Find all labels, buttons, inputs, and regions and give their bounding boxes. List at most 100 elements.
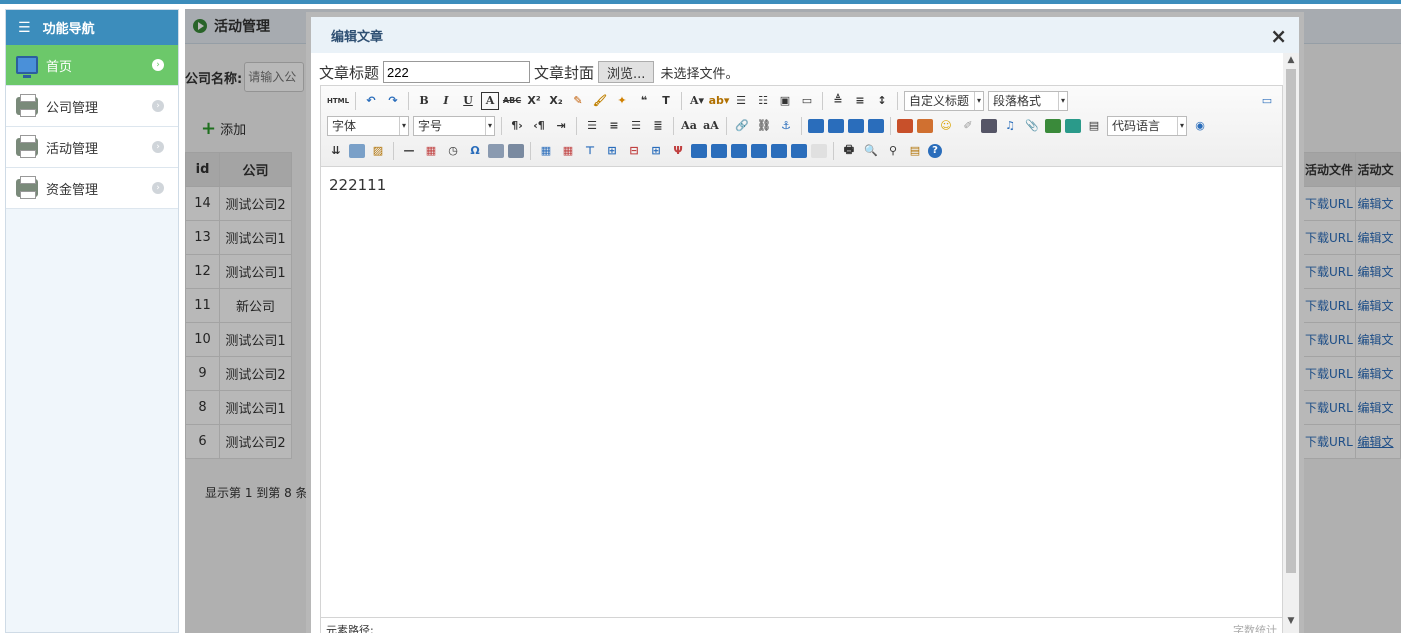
music-icon[interactable]: ♫ — [1001, 117, 1019, 135]
insert-video-icon[interactable] — [981, 118, 997, 133]
line-height-icon[interactable]: ↕ — [873, 92, 891, 110]
link-icon[interactable]: 🔗 — [733, 117, 751, 135]
split-to-cells-icon[interactable] — [751, 143, 767, 158]
background-icon[interactable]: ▨ — [369, 142, 387, 160]
print-icon[interactable]: 🖶 — [840, 142, 858, 160]
redo-icon[interactable]: ↷ — [384, 92, 402, 110]
page-break-icon[interactable]: ⇊ — [327, 142, 345, 160]
align-right-icon[interactable]: ☰ — [627, 117, 645, 135]
delete-row-icon[interactable]: ⊟ — [625, 142, 643, 160]
delete-col-icon[interactable]: Ψ — [669, 142, 687, 160]
paragraph-format-select[interactable]: 段落格式 ▾ — [988, 90, 1068, 111]
scroll-up-icon[interactable]: ▲ — [1283, 55, 1299, 69]
gmap-icon[interactable] — [1065, 118, 1081, 133]
subscript-icon[interactable]: X₂ — [547, 92, 565, 110]
dialog-scrollbar[interactable]: ▲ ▼ — [1283, 53, 1299, 633]
time-icon[interactable]: ◷ — [444, 142, 462, 160]
emotion-icon[interactable]: ☺ — [937, 117, 955, 135]
unlink-icon[interactable]: ⛓ — [755, 117, 773, 135]
fullscreen-icon[interactable]: ▭ — [1258, 92, 1276, 110]
lowercase-icon[interactable]: aA — [702, 117, 720, 135]
rtl-icon[interactable]: ‹¶ — [530, 117, 548, 135]
custom-heading-select[interactable]: 自定义标题 ▾ — [904, 90, 984, 111]
image-float-none-icon[interactable] — [808, 118, 824, 133]
format-painter-icon[interactable]: 🖌 — [591, 92, 609, 110]
special-char-icon[interactable]: Ω — [466, 142, 484, 160]
html-source-icon[interactable]: HTML — [327, 92, 349, 110]
unordered-list-icon[interactable]: ☷ — [754, 92, 772, 110]
align-justify-icon[interactable]: ≣ — [649, 117, 667, 135]
browse-file-button[interactable]: 浏览... — [598, 61, 655, 83]
eraser-icon[interactable]: ✎ — [569, 92, 587, 110]
merge-right-icon[interactable] — [711, 143, 727, 158]
font-family-select[interactable]: 字体 ▾ — [327, 115, 409, 136]
article-title-input[interactable] — [383, 61, 531, 83]
select-all-icon[interactable]: ▣ — [776, 92, 794, 110]
scroll-thumb[interactable] — [1286, 69, 1296, 573]
image-center-icon[interactable] — [868, 118, 884, 133]
scroll-down-icon[interactable]: ▼ — [1283, 616, 1299, 630]
delete-table-icon[interactable]: ▦ — [559, 142, 577, 160]
list-icon: ☰ — [18, 19, 31, 36]
insert-table-icon[interactable]: ▦ — [537, 142, 555, 160]
font-size-select[interactable]: 字号 ▾ — [413, 115, 495, 136]
attachment-icon[interactable]: 📎 — [1023, 117, 1041, 135]
date-icon[interactable]: ▦ — [422, 142, 440, 160]
wordimage-icon[interactable] — [488, 143, 504, 158]
insert-paragraph-before-table-icon[interactable]: ⊤ — [581, 142, 599, 160]
align-center-icon[interactable]: ≡ — [605, 117, 623, 135]
highlight-color-icon[interactable]: ab▾ — [709, 92, 730, 110]
auto-format-icon[interactable]: ✦ — [613, 92, 631, 110]
italic-icon[interactable]: I — [437, 92, 455, 110]
merge-cells-icon[interactable] — [691, 143, 707, 158]
sidebar-item-company[interactable]: 公司管理 › — [6, 86, 178, 127]
split-to-rows-icon[interactable] — [771, 143, 787, 158]
split-to-cols-icon[interactable] — [791, 143, 807, 158]
snapscreen-icon[interactable] — [508, 143, 524, 158]
close-icon[interactable]: × — [1270, 26, 1287, 46]
ordered-list-icon[interactable]: ☰ — [732, 92, 750, 110]
search-replace-icon[interactable]: ⚲ — [884, 142, 902, 160]
font-border-icon[interactable]: A — [481, 91, 499, 110]
image-float-left-icon[interactable] — [828, 118, 844, 133]
blockquote-icon[interactable]: ❝ — [635, 92, 653, 110]
sidebar-item-home[interactable]: 首页 › — [6, 45, 178, 86]
undo-icon[interactable]: ↶ — [362, 92, 380, 110]
bold-icon[interactable]: B — [415, 92, 433, 110]
map-icon[interactable] — [1045, 118, 1061, 133]
sidebar-item-label: 活动管理 — [46, 141, 99, 157]
preview-icon[interactable]: 🔍 — [862, 142, 880, 160]
underline-icon[interactable]: U — [459, 92, 477, 110]
drafts-icon[interactable]: ▤ — [906, 142, 924, 160]
strikethrough-icon[interactable]: ABC — [503, 92, 521, 110]
help-icon[interactable]: ? — [928, 143, 942, 158]
charts-icon[interactable] — [811, 143, 827, 158]
uppercase-icon[interactable]: Aa — [680, 117, 698, 135]
template-icon[interactable] — [349, 143, 365, 158]
indent-icon[interactable]: ⇥ — [552, 117, 570, 135]
editor-status-bar: 元素路径: 字数统计 — [321, 617, 1282, 633]
insert-col-icon[interactable]: ⊞ — [647, 142, 665, 160]
font-color-icon[interactable]: A▾ — [688, 92, 706, 110]
horizontal-rule-icon[interactable]: — — [400, 142, 418, 160]
clear-doc-icon[interactable]: ▭ — [798, 92, 816, 110]
row-spacing-top-icon[interactable]: ≜ — [829, 92, 847, 110]
insert-image-icon[interactable] — [917, 118, 933, 133]
sidebar-item-activity[interactable]: 活动管理 › — [6, 127, 178, 168]
ltr-icon[interactable]: ¶› — [508, 117, 526, 135]
align-left-icon[interactable]: ☰ — [583, 117, 601, 135]
superscript-icon[interactable]: X² — [525, 92, 543, 110]
scrawl-icon[interactable]: ✐ — [959, 117, 977, 135]
web-app-icon[interactable]: ◉ — [1191, 117, 1209, 135]
sidebar-item-funds[interactable]: 资金管理 › — [6, 168, 178, 209]
paste-plain-icon[interactable]: T — [657, 92, 675, 110]
anchor-icon[interactable]: ⚓ — [777, 117, 795, 135]
code-language-select[interactable]: 代码语言 ▾ — [1107, 115, 1187, 136]
merge-down-icon[interactable] — [731, 143, 747, 158]
insert-frame-icon[interactable]: ▤ — [1085, 117, 1103, 135]
simple-upload-icon[interactable] — [897, 118, 913, 133]
editor-content-area[interactable]: 222111 — [321, 168, 1282, 618]
insert-row-icon[interactable]: ⊞ — [603, 142, 621, 160]
row-spacing-bottom-icon[interactable]: ≡ — [851, 92, 869, 110]
image-float-right-icon[interactable] — [848, 118, 864, 133]
